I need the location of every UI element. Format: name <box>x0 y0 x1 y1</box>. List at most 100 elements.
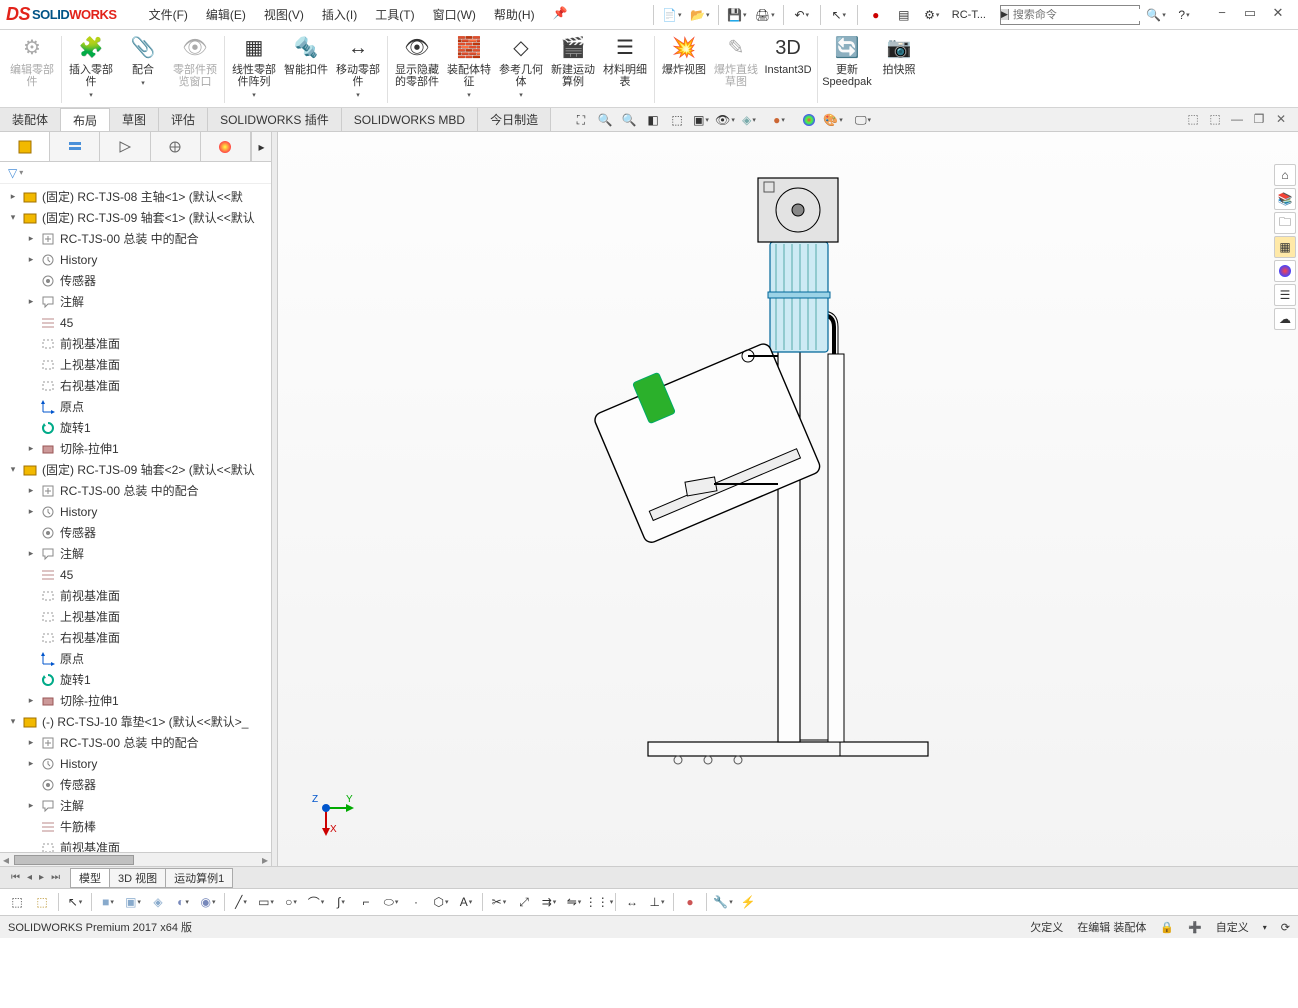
tab-assembly[interactable]: 装配体 <box>0 108 61 131</box>
taskpane-props-icon[interactable]: ☰ <box>1274 284 1296 306</box>
ribbon-移动零部件[interactable]: ↔移动零部件 <box>332 32 384 107</box>
flyout-button[interactable]: ▸ <box>251 132 271 161</box>
tree-item[interactable]: 旋转1 <box>0 669 271 690</box>
expand-icon[interactable]: ▸ <box>26 233 36 244</box>
status-custom[interactable]: 自定义 <box>1216 919 1249 935</box>
tree-item[interactable]: ▸切除-拉伸1 <box>0 438 271 459</box>
tree-item[interactable]: 原点 <box>0 648 271 669</box>
scroll-left-icon[interactable]: ◂ <box>0 853 12 867</box>
tree-item[interactable]: ▸History <box>0 753 271 774</box>
doc-restore-icon[interactable]: ❐ <box>1250 110 1268 128</box>
close-button[interactable]: ✕ <box>1264 5 1292 25</box>
tree-item[interactable]: ▸注解 <box>0 543 271 564</box>
menu-tools[interactable]: 工具(T) <box>367 2 422 27</box>
tab-layout[interactable]: 布局 <box>61 108 110 131</box>
ribbon-装配体特征[interactable]: 🧱装配体特征 <box>443 32 495 107</box>
ribbon-插入零部件[interactable]: 🧩插入零部件 <box>65 32 117 107</box>
tb2-rel-icon[interactable]: ⊥ <box>646 891 668 913</box>
tree-item[interactable]: ▸注解 <box>0 795 271 816</box>
tb2-dim-icon[interactable]: ↔ <box>621 891 643 913</box>
ribbon-Instant3D[interactable]: 3DInstant3D <box>762 32 814 107</box>
search-input[interactable] <box>1009 9 1159 21</box>
tb2-icon[interactable]: ⬚ <box>6 891 28 913</box>
menu-file[interactable]: 文件(F) <box>141 2 196 27</box>
tab-today-mfg[interactable]: 今日制造 <box>478 108 551 131</box>
taskpane-library-icon[interactable]: 📚 <box>1274 188 1296 210</box>
tb2-circle-icon[interactable]: ○ <box>280 891 302 913</box>
undo-icon[interactable]: ↶ <box>790 4 814 26</box>
section-view-icon[interactable]: ◧ <box>642 110 664 130</box>
property-manager-tab[interactable] <box>50 132 100 161</box>
ribbon-爆炸视图[interactable]: 💥爆炸视图 <box>658 32 710 107</box>
tree-item[interactable]: ▾(固定) RC-TJS-09 轴套<1> (默认<<默认 <box>0 207 271 228</box>
expand-icon[interactable]: ▸ <box>26 758 36 769</box>
select-icon[interactable]: ↖ <box>827 4 851 26</box>
tree-item[interactable]: 原点 <box>0 396 271 417</box>
scene-cube-icon[interactable]: ◈ <box>738 110 760 130</box>
render-icon[interactable]: 🎨 <box>822 110 844 130</box>
tb2-fillet-icon[interactable]: ⌐ <box>355 891 377 913</box>
tb2-mirror-icon[interactable]: ⇋ <box>563 891 585 913</box>
tb2-arc-icon[interactable]: ⌒ <box>305 891 327 913</box>
tb2-select-icon[interactable]: ↖ <box>64 891 86 913</box>
filter-funnel-icon[interactable]: ▽ <box>8 166 17 180</box>
tree-item[interactable]: ▸RC-TJS-00 总装 中的配合 <box>0 480 271 501</box>
ribbon-显示隐藏的零部件[interactable]: 👁显示隐藏的零部件 <box>391 32 443 107</box>
ribbon-线性零部件阵列[interactable]: ▦线性零部件阵列 <box>228 32 280 107</box>
tb2-offset-icon[interactable]: ⇉ <box>538 891 560 913</box>
taskpane-appearance-icon[interactable] <box>1274 260 1296 282</box>
status-lock-icon[interactable]: 🔒 <box>1160 921 1174 934</box>
apply-scene-icon[interactable] <box>798 110 820 130</box>
status-refresh-icon[interactable]: ⟳ <box>1281 921 1290 934</box>
tb2-spline-icon[interactable]: ∫ <box>330 891 352 913</box>
bottom-tab-3dview[interactable]: 3D 视图 <box>109 868 166 888</box>
scroll-right-icon[interactable]: ▸ <box>259 853 271 867</box>
ribbon-材料明细表[interactable]: ☰材料明细表 <box>599 32 651 107</box>
nav-first-icon[interactable]: ⏮ <box>8 872 23 883</box>
tree-item[interactable]: 传感器 <box>0 774 271 795</box>
tree-item[interactable]: 上视基准面 <box>0 354 271 375</box>
tree-item[interactable]: 牛筋棒 <box>0 816 271 837</box>
tree-item[interactable]: 前视基准面 <box>0 333 271 354</box>
tree-item[interactable]: 45 <box>0 564 271 585</box>
nav-next-icon[interactable]: ▸ <box>36 872 47 883</box>
tree-item[interactable]: 右视基准面 <box>0 627 271 648</box>
tree-item[interactable]: ▸RC-TJS-00 总装 中的配合 <box>0 228 271 249</box>
ribbon-参考几何体[interactable]: ◇参考几何体 <box>495 32 547 107</box>
tree-item[interactable]: ▸History <box>0 501 271 522</box>
tree-item[interactable]: 前视基准面 <box>0 837 271 852</box>
tree-item[interactable]: 45 <box>0 312 271 333</box>
tb2-point-icon[interactable]: · <box>405 891 427 913</box>
new-doc-icon[interactable]: 📄 <box>660 4 684 26</box>
config-manager-tab[interactable] <box>100 132 150 161</box>
h-scrollbar[interactable]: ◂ ▸ <box>0 852 271 866</box>
tb2-polygon-icon[interactable]: ⬡ <box>430 891 452 913</box>
taskpane-home-icon[interactable]: ⌂ <box>1274 164 1296 186</box>
tb2-repair-icon[interactable]: 🔧 <box>712 891 734 913</box>
search-run-icon[interactable]: ▶ <box>1001 9 1009 20</box>
dimxpert-tab[interactable] <box>151 132 201 161</box>
rebuild-icon[interactable]: ● <box>864 4 888 26</box>
nav-last-icon[interactable]: ⏭ <box>48 872 63 883</box>
zoom-area-icon[interactable]: 🔍 <box>594 110 616 130</box>
search-box[interactable]: ▶ <box>1000 5 1140 25</box>
hide-show-icon[interactable]: 👁 <box>714 110 736 130</box>
tb2-icon[interactable]: ◈ <box>147 891 169 913</box>
doc-close-icon[interactable]: ✕ <box>1272 110 1290 128</box>
tab-sw-addins[interactable]: SOLIDWORKS 插件 <box>208 108 342 131</box>
menu-pin-icon[interactable]: 📌 <box>545 2 576 27</box>
tree-item[interactable]: ▸RC-TJS-00 总装 中的配合 <box>0 732 271 753</box>
menu-window[interactable]: 窗口(W) <box>425 2 484 27</box>
ribbon-新建运动算例[interactable]: 🎬新建运动算例 <box>547 32 599 107</box>
minimize-button[interactable]: − <box>1208 5 1236 25</box>
tab-evaluate[interactable]: 评估 <box>159 108 208 131</box>
tree-item[interactable]: ▸注解 <box>0 291 271 312</box>
tb2-icon[interactable]: ⬚ <box>31 891 53 913</box>
options-notes-icon[interactable]: ▤ <box>892 4 916 26</box>
menu-help[interactable]: 帮助(H) <box>486 2 543 27</box>
zoom-fit-icon[interactable]: ⛶ <box>570 110 592 130</box>
expand-icon[interactable]: ▾ <box>8 212 18 223</box>
tb2-line-icon[interactable]: ╱ <box>230 891 252 913</box>
tb2-quick-icon[interactable]: ⚡ <box>737 891 759 913</box>
menu-view[interactable]: 视图(V) <box>256 2 312 27</box>
